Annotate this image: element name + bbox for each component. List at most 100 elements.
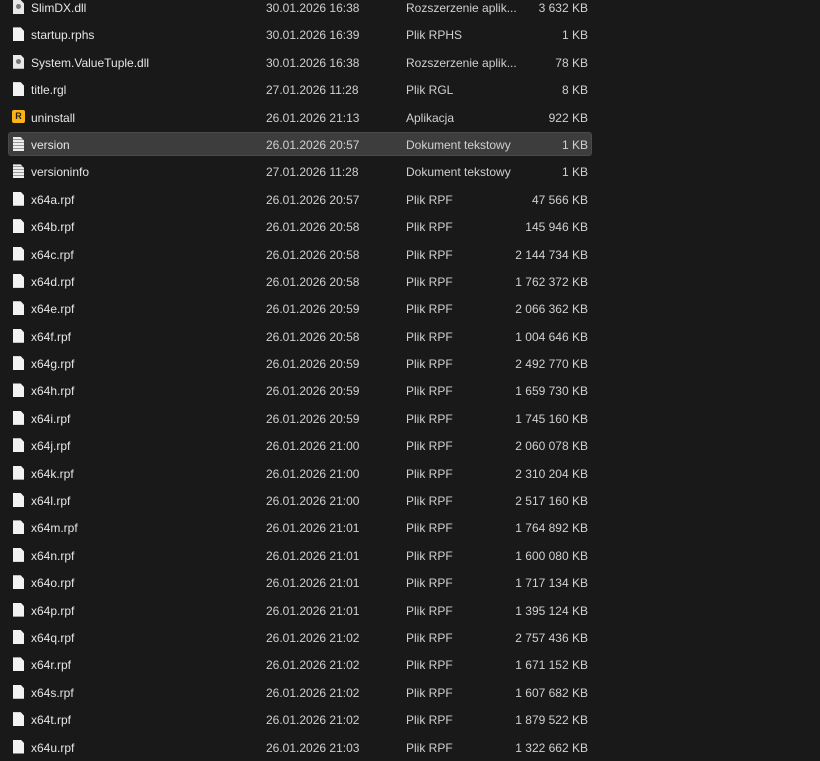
dll-file-icon [13, 0, 24, 14]
file-row[interactable]: x64h.rpf 26.01.2026 20:59 Plik RPF 1 659 73… [0, 377, 820, 404]
file-name: x64j.rpf [31, 439, 71, 454]
file-size: 1 717 134 KB [515, 576, 588, 591]
file-type: Plik RPF [406, 466, 453, 481]
file-row[interactable]: x64g.rpf 26.01.2026 20:59 Plik RPF 2 492 77… [0, 350, 820, 377]
file-row[interactable]: x64b.rpf 26.01.2026 20:58 Plik RPF 145 946 … [0, 213, 820, 240]
file-size: 1 KB [561, 28, 588, 43]
file-type: Plik RPF [406, 713, 453, 728]
file-date: 26.01.2026 21:00 [266, 466, 360, 481]
file-type: Rozszerzenie aplik... [406, 55, 517, 70]
file-icon [13, 657, 24, 672]
file-date: 26.01.2026 21:02 [266, 658, 360, 673]
file-icon [13, 520, 24, 535]
file-name: x64p.rpf [31, 603, 75, 618]
file-type: Plik RPF [406, 521, 453, 536]
file-type: Plik RPF [406, 494, 453, 509]
file-icon [13, 82, 24, 97]
file-type: Plik RPF [406, 357, 453, 372]
file-name: x64g.rpf [31, 357, 75, 372]
file-date: 30.01.2026 16:39 [266, 28, 360, 43]
file-name: title.rgl [31, 83, 67, 98]
file-icon [13, 575, 24, 590]
file-size: 2 066 362 KB [515, 302, 588, 317]
file-type: Plik RPF [406, 329, 453, 344]
file-size: 2 144 734 KB [515, 247, 588, 262]
file-date: 27.01.2026 11:28 [266, 165, 359, 180]
file-row[interactable]: x64i.rpf 26.01.2026 20:59 Plik RPF 1 745 16… [0, 405, 820, 432]
file-row[interactable]: x64n.rpf 26.01.2026 21:01 Plik RPF 1 600 08… [0, 542, 820, 569]
file-name: x64a.rpf [31, 192, 75, 207]
file-row[interactable]: x64l.rpf 26.01.2026 21:00 Plik RPF 2 517 16… [0, 487, 820, 514]
file-name: x64i.rpf [31, 411, 71, 426]
file-icon [13, 410, 24, 425]
file-row[interactable]: x64j.rpf 26.01.2026 21:00 Plik RPF 2 060 07… [0, 432, 820, 459]
file-date: 26.01.2026 20:58 [266, 247, 360, 262]
file-row[interactable]: versioninfo 27.01.2026 11:28 Dokument teks… [0, 158, 820, 185]
file-size: 1 322 662 KB [515, 740, 588, 755]
file-date: 26.01.2026 21:00 [266, 494, 360, 509]
file-row[interactable]: System.ValueTuple.dll 30.01.2026 16:38 Roz… [0, 49, 820, 76]
file-row[interactable]: x64k.rpf 26.01.2026 21:00 Plik RPF 2 310 20… [0, 460, 820, 487]
file-icon [13, 27, 24, 42]
file-row[interactable]: Runinstall 26.01.2026 21:13 Aplikacja 922 K… [0, 104, 820, 131]
file-size: 1 879 522 KB [515, 713, 588, 728]
file-size: 1 607 682 KB [515, 685, 588, 700]
file-name: x64t.rpf [31, 713, 72, 728]
file-icon [13, 465, 24, 480]
file-icon [13, 712, 24, 727]
file-row[interactable]: startup.rphs 30.01.2026 16:39 Plik RPHS 1 K… [0, 21, 820, 48]
file-icon [13, 547, 24, 562]
file-icon [13, 246, 24, 261]
file-size: 2 060 078 KB [515, 439, 588, 454]
file-row[interactable]: x64q.rpf 26.01.2026 21:02 Plik RPF 2 757 43… [0, 624, 820, 651]
file-row[interactable]: x64u.rpf 26.01.2026 21:03 Plik RPF 1 322 66… [0, 734, 820, 761]
file-type: Plik RPF [406, 247, 453, 262]
file-name: x64c.rpf [31, 247, 74, 262]
file-type: Plik RPF [406, 576, 453, 591]
file-date: 30.01.2026 16:38 [266, 55, 360, 70]
file-row[interactable]: x64r.rpf 26.01.2026 21:02 Plik RPF 1 671 15… [0, 651, 820, 678]
file-row[interactable]: x64c.rpf 26.01.2026 20:58 Plik RPF 2 144 73… [0, 241, 820, 268]
file-size: 2 492 770 KB [515, 357, 588, 372]
file-size: 1 659 730 KB [515, 384, 588, 399]
file-date: 27.01.2026 11:28 [266, 83, 359, 98]
file-row[interactable]: x64f.rpf 26.01.2026 20:58 Plik RPF 1 004 64… [0, 323, 820, 350]
file-name: x64m.rpf [31, 521, 78, 536]
file-row[interactable]: x64a.rpf 26.01.2026 20:57 Plik RPF 47 566 K… [0, 186, 820, 213]
file-type: Plik RPF [406, 685, 453, 700]
file-row[interactable]: x64p.rpf 26.01.2026 21:01 Plik RPF 1 395 12… [0, 597, 820, 624]
file-row[interactable]: x64d.rpf 26.01.2026 20:58 Plik RPF 1 762 37… [0, 268, 820, 295]
file-type: Plik RPF [406, 302, 453, 317]
file-date: 26.01.2026 20:58 [266, 329, 360, 344]
file-row[interactable]: x64t.rpf 26.01.2026 21:02 Plik RPF 1 879 52… [0, 706, 820, 733]
file-type: Plik RGL [406, 83, 454, 98]
file-icon [13, 191, 24, 206]
file-type: Dokument tekstowy [406, 137, 511, 152]
file-name: startup.rphs [31, 28, 95, 43]
file-type: Plik RPF [406, 603, 453, 618]
file-date: 26.01.2026 20:59 [266, 357, 360, 372]
file-icon [13, 328, 24, 343]
file-type: Plik RPF [406, 439, 453, 454]
file-name: uninstall [31, 110, 76, 125]
dll-file-icon [13, 54, 24, 69]
file-row[interactable]: x64o.rpf 26.01.2026 21:01 Plik RPF 1 717 13… [0, 569, 820, 596]
file-row[interactable]: x64m.rpf 26.01.2026 21:01 Plik RPF 1 764 89… [0, 514, 820, 541]
file-type: Plik RPHS [406, 28, 463, 43]
file-icon [13, 273, 24, 288]
file-row[interactable]: title.rgl 27.01.2026 11:28 Plik RGL 8 KB [0, 76, 820, 103]
file-date: 26.01.2026 21:13 [266, 110, 360, 125]
file-type: Plik RPF [406, 274, 453, 289]
file-row[interactable]: SlimDX.dll 30.01.2026 16:38 Rozszerzenie a… [0, 0, 820, 21]
file-name: x64f.rpf [31, 329, 72, 344]
file-row[interactable]: version 26.01.2026 20:57 Dokument tekstowy… [0, 131, 820, 158]
file-type: Plik RPF [406, 630, 453, 645]
file-type: Rozszerzenie aplik... [406, 1, 517, 15]
file-row[interactable]: x64s.rpf 26.01.2026 21:02 Plik RPF 1 607 68… [0, 679, 820, 706]
file-row[interactable]: x64e.rpf 26.01.2026 20:59 Plik RPF 2 066 36… [0, 295, 820, 322]
file-list: SlimDX.dll 30.01.2026 16:38 Rozszerzenie a… [0, 0, 820, 761]
file-size: 922 KB [548, 110, 588, 125]
file-size: 1 004 646 KB [515, 329, 588, 344]
file-type: Aplikacja [406, 110, 455, 125]
file-name: version [31, 137, 70, 152]
